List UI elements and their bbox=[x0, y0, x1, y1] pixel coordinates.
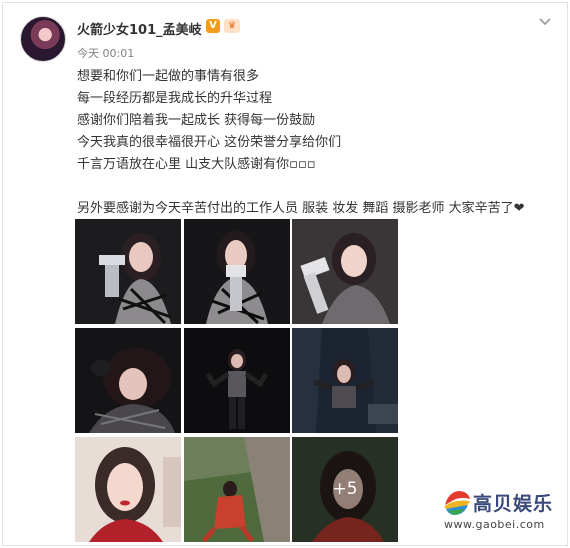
post-text-line: 每一段经历都是我成长的升华过程 bbox=[77, 91, 273, 106]
post-timestamp[interactable]: 今天 00:01 bbox=[77, 45, 134, 61]
post-photo-3[interactable] bbox=[292, 219, 398, 324]
site-watermark: 高贝娱乐 www.gaobei.com bbox=[442, 487, 558, 535]
post-photo-6[interactable] bbox=[292, 328, 398, 433]
watermark-url: www.gaobei.com bbox=[444, 518, 545, 531]
post-text-spacer bbox=[77, 176, 547, 198]
post-text-line: 另外要感谢为今天辛苦付出的工作人员 服装 妆发 舞蹈 摄影老师 大家辛苦了❤ bbox=[77, 201, 525, 216]
post-text-line: 想要和你们一起做的事情有很多 bbox=[77, 69, 260, 84]
avatar[interactable] bbox=[20, 16, 66, 62]
chevron-down-icon[interactable] bbox=[537, 14, 553, 30]
post-text-line: 今天我真的很幸福很开心 这份荣誉分享给你们 bbox=[77, 135, 342, 150]
post-photo-4[interactable] bbox=[75, 328, 181, 433]
post-text-line: 感谢你们陪着我一起成长 获得每一份鼓励 bbox=[77, 113, 316, 128]
post-photo-7[interactable] bbox=[75, 437, 181, 542]
post-photo-5[interactable] bbox=[184, 328, 290, 433]
post-photo-9[interactable]: +5 bbox=[292, 437, 398, 542]
gaobei-logo-icon bbox=[442, 487, 472, 517]
member-badge: ♛ bbox=[224, 19, 240, 33]
post-text-line: 千言万语放在心里 山支大队感谢有你▫▫▫ bbox=[77, 157, 316, 172]
watermark-title: 高贝娱乐 bbox=[473, 493, 554, 515]
post-text: 想要和你们一起做的事情有很多 每一段经历都是我成长的升华过程 感谢你们陪着我一起… bbox=[77, 66, 547, 220]
verified-badge: V bbox=[206, 19, 220, 33]
more-photos-count[interactable]: +5 bbox=[292, 437, 398, 542]
post-username[interactable]: 火箭少女101_孟美岐 bbox=[77, 19, 202, 38]
post-photo-8[interactable] bbox=[184, 437, 290, 542]
post-photo-1[interactable] bbox=[75, 219, 181, 324]
post-photo-2[interactable] bbox=[184, 219, 290, 324]
